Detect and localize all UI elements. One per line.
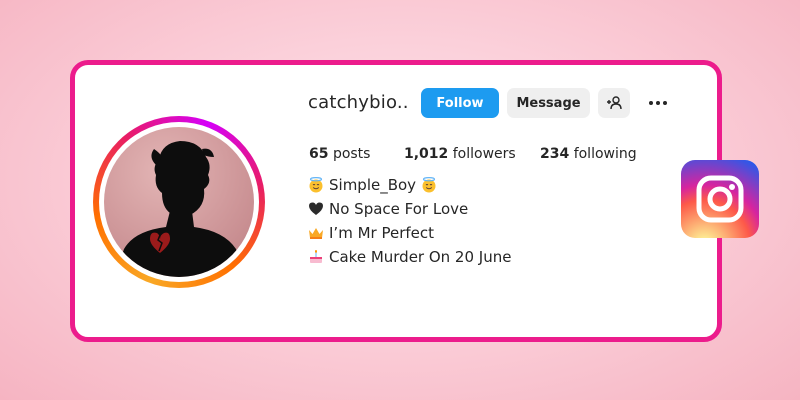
camera-icon: [696, 175, 744, 223]
add-person-icon: [607, 96, 622, 110]
bio-line-1: Simple_Boy: [308, 176, 437, 194]
silhouette-image: [114, 141, 244, 277]
add-user-button[interactable]: [598, 88, 630, 118]
posts-stat[interactable]: 65 posts: [309, 146, 370, 162]
followers-count: 1,012: [404, 146, 449, 162]
instagram-logo: [681, 160, 759, 238]
bio-line-2-text: No Space For Love: [329, 200, 469, 218]
black-heart-icon: [309, 202, 323, 215]
bio-line-3: I’m Mr Perfect: [308, 224, 434, 242]
followers-label: followers: [452, 146, 516, 162]
smiling-face-with-halo-icon: [422, 177, 436, 193]
following-stat[interactable]: 234 following: [540, 146, 637, 162]
smiling-face-with-halo-icon: [309, 177, 323, 193]
message-button[interactable]: Message: [507, 88, 590, 118]
avatar-border: [99, 122, 259, 282]
bio-line-1-text: Simple_Boy: [329, 176, 417, 194]
following-count: 234: [540, 146, 570, 162]
story-ring[interactable]: [93, 116, 265, 288]
posts-label: posts: [332, 146, 371, 162]
follow-button[interactable]: Follow: [421, 88, 499, 118]
followers-stat[interactable]: 1,012 followers: [404, 146, 516, 162]
more-options-icon: [649, 101, 653, 105]
more-options-button[interactable]: [645, 88, 671, 118]
birthday-cake-icon: [310, 250, 322, 263]
posts-count: 65: [309, 146, 329, 162]
following-label: following: [573, 146, 637, 162]
bio-line-2: No Space For Love: [308, 200, 468, 218]
bio-line-4: Cake Murder On 20 June: [308, 248, 511, 266]
username[interactable]: catchybio..: [308, 92, 409, 113]
crown-icon: [309, 228, 323, 239]
bio-line-4-text: Cake Murder On 20 June: [329, 248, 512, 266]
bio-line-3-text: I’m Mr Perfect: [329, 224, 434, 242]
avatar[interactable]: [104, 127, 254, 277]
